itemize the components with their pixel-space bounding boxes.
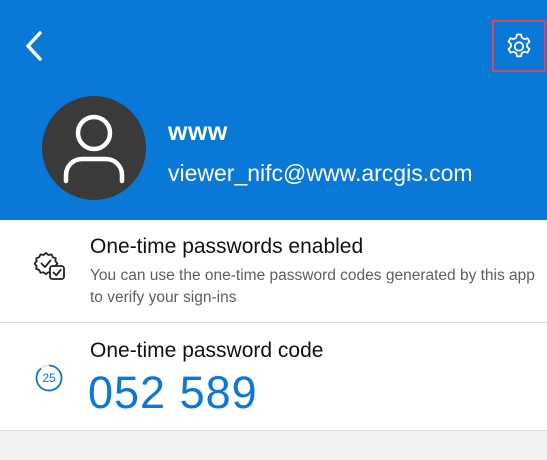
settings-button[interactable] xyxy=(492,20,546,72)
avatar xyxy=(42,96,146,200)
account-name: www xyxy=(168,118,228,146)
back-button[interactable] xyxy=(14,26,54,66)
gear-icon xyxy=(507,33,531,58)
check-badge-icon xyxy=(34,252,65,280)
account-header: www viewer_nifc@www.arcgis.com xyxy=(0,0,547,220)
person-icon xyxy=(63,114,125,184)
chevron-left-icon xyxy=(26,31,42,61)
account-email: viewer_nifc@www.arcgis.com xyxy=(168,160,473,186)
otp-code-row[interactable]: 25 One-time password code 052 589 xyxy=(0,323,547,429)
otp-code-value[interactable]: 052 589 xyxy=(88,367,258,419)
countdown-ring-icon: 25 xyxy=(34,363,64,393)
otp-status-description: You can use the one-time password codes … xyxy=(90,267,535,306)
otp-code-label: One-time password code xyxy=(90,339,324,362)
list-footer xyxy=(0,430,547,460)
countdown-seconds: 25 xyxy=(42,371,56,385)
otp-status-row[interactable]: One-time passwords enabled You can use t… xyxy=(0,220,547,322)
otp-status-title: One-time passwords enabled xyxy=(90,235,364,258)
